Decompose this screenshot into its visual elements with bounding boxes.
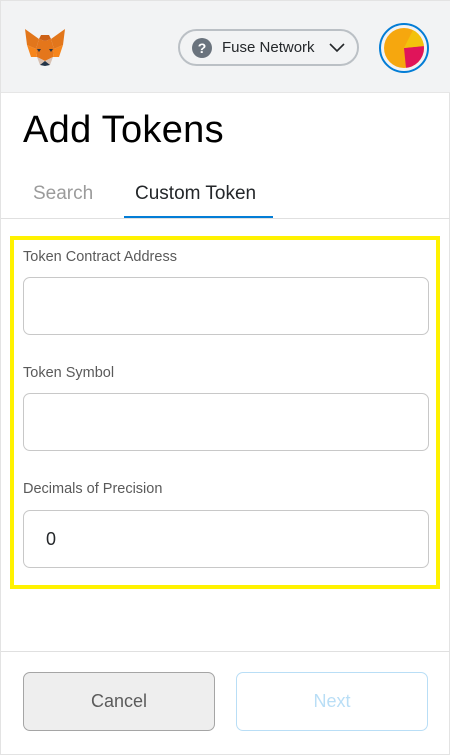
cancel-button[interactable]: Cancel — [23, 672, 215, 731]
decimals-of-precision-input[interactable] — [23, 510, 429, 568]
token-tabs: Search Custom Token — [1, 171, 450, 219]
chevron-down-icon — [329, 43, 345, 53]
tab-custom-token[interactable]: Custom Token — [135, 183, 256, 205]
token-symbol-label: Token Symbol — [23, 365, 115, 381]
tab-search[interactable]: Search — [33, 183, 93, 205]
token-symbol-input[interactable] — [23, 393, 429, 451]
question-circle-icon: ? — [192, 38, 212, 58]
token-contract-address-label: Token Contract Address — [23, 249, 177, 265]
account-avatar[interactable] — [379, 23, 429, 73]
active-tab-indicator — [124, 216, 273, 218]
decimals-of-precision-label: Decimals of Precision — [23, 481, 163, 497]
page-title: Add Tokens — [23, 109, 224, 151]
footer-divider — [1, 651, 450, 652]
app-header: ? Fuse Network — [1, 1, 450, 93]
next-button[interactable]: Next — [236, 672, 428, 731]
network-selector[interactable]: ? Fuse Network — [178, 29, 359, 66]
metamask-fox-icon[interactable] — [23, 27, 67, 67]
add-tokens-popup: ? Fuse Network Add Tokens Search Custom … — [0, 0, 450, 755]
token-contract-address-input[interactable] — [23, 277, 429, 335]
network-name: Fuse Network — [222, 39, 315, 56]
